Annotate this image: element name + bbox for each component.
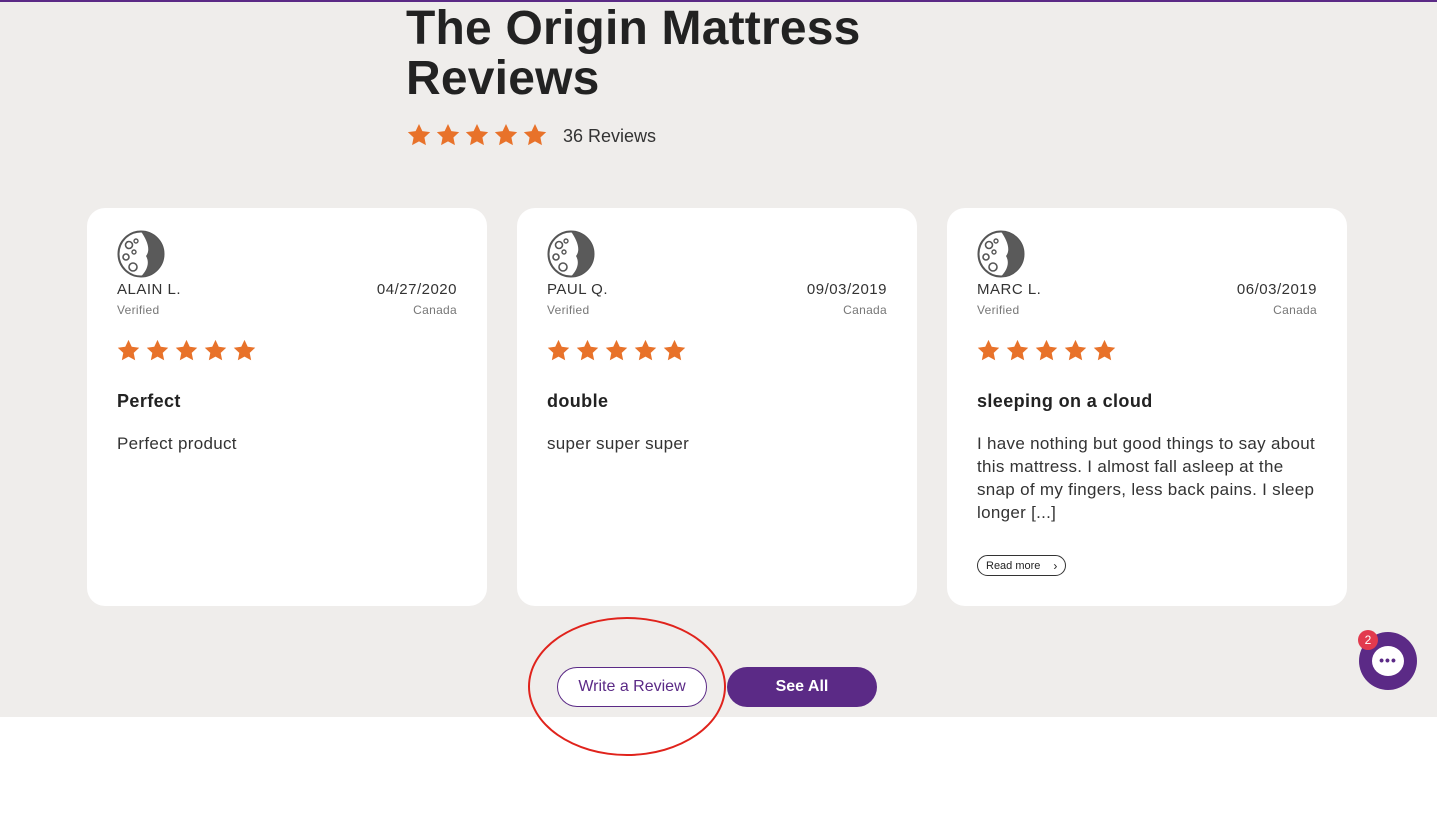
write-review-button[interactable]: Write a Review	[557, 667, 707, 707]
star-icon	[976, 338, 1005, 364]
star-icon	[604, 338, 633, 364]
moon-avatar-icon	[117, 230, 165, 278]
review-headline: double	[547, 391, 609, 411]
reviewer-country: Canada	[843, 303, 887, 317]
review-body: I have nothing but good things to say ab…	[977, 434, 1316, 522]
verified-label: Verified	[117, 303, 160, 317]
rating-summary[interactable]: 36 Reviews	[406, 121, 656, 151]
review-body: Perfect product	[117, 434, 237, 453]
star-icon	[1005, 338, 1034, 364]
star-icon	[522, 122, 551, 150]
star-icon	[633, 338, 662, 364]
notification-badge: 2	[1358, 630, 1378, 650]
star-icon	[546, 338, 575, 364]
chat-launcher-button[interactable]: ••• 2	[1358, 630, 1417, 690]
review-body: super super super	[547, 434, 690, 453]
reviewer-name: ALAIN L.	[117, 281, 182, 298]
reviewer-name: PAUL Q.	[547, 281, 609, 298]
star-icon	[662, 338, 691, 364]
star-icon	[575, 338, 604, 364]
star-icon	[232, 338, 261, 364]
chevron-right-icon: ›	[1053, 559, 1058, 573]
verified-label: Verified	[977, 303, 1020, 317]
review-date: 09/03/2019	[806, 281, 887, 298]
star-icon	[203, 338, 232, 364]
reviewer-country: Canada	[1273, 303, 1317, 317]
review-card: ALAIN L. 04/27/2020 Verified Canada Perf…	[87, 208, 487, 606]
review-date: 06/03/2019	[1236, 281, 1317, 298]
moon-avatar-icon	[977, 230, 1025, 278]
review-card: PAUL Q. 09/03/2019 Verified Canada doubl…	[517, 208, 917, 606]
verified-label: Verified	[547, 303, 590, 317]
star-icon	[464, 122, 493, 150]
review-stars	[116, 338, 261, 364]
reviews-section: The Origin Mattress Reviews 36 Reviews A…	[0, 2, 1437, 756]
review-stars	[976, 338, 1121, 364]
read-more-label: Read more	[986, 560, 1041, 572]
chat-dots-icon: •••	[1372, 646, 1404, 676]
star-icon	[406, 122, 435, 150]
read-more-button[interactable]: Read more ›	[977, 555, 1067, 576]
review-count[interactable]: 36 Reviews	[563, 126, 656, 147]
star-icon	[116, 338, 145, 364]
review-stars	[546, 338, 691, 364]
star-icon	[1063, 338, 1092, 364]
reviewer-name: MARC L.	[977, 281, 1042, 298]
reviewer-country: Canada	[413, 303, 457, 317]
page-title: The Origin Mattress Reviews	[406, 2, 861, 105]
review-headline: sleeping on a cloud	[977, 391, 1153, 411]
star-icon	[174, 338, 203, 364]
star-icon	[145, 338, 174, 364]
summary-stars	[406, 122, 551, 150]
see-all-button[interactable]: See All	[727, 667, 877, 707]
star-icon	[493, 122, 522, 150]
star-icon	[435, 122, 464, 150]
review-card: MARC L. 06/03/2019 Verified Canada sleep…	[947, 208, 1347, 606]
star-icon	[1034, 338, 1063, 364]
review-date: 04/27/2020	[376, 281, 457, 298]
moon-avatar-icon	[547, 230, 595, 278]
star-icon	[1092, 338, 1121, 364]
review-headline: Perfect	[117, 391, 181, 411]
